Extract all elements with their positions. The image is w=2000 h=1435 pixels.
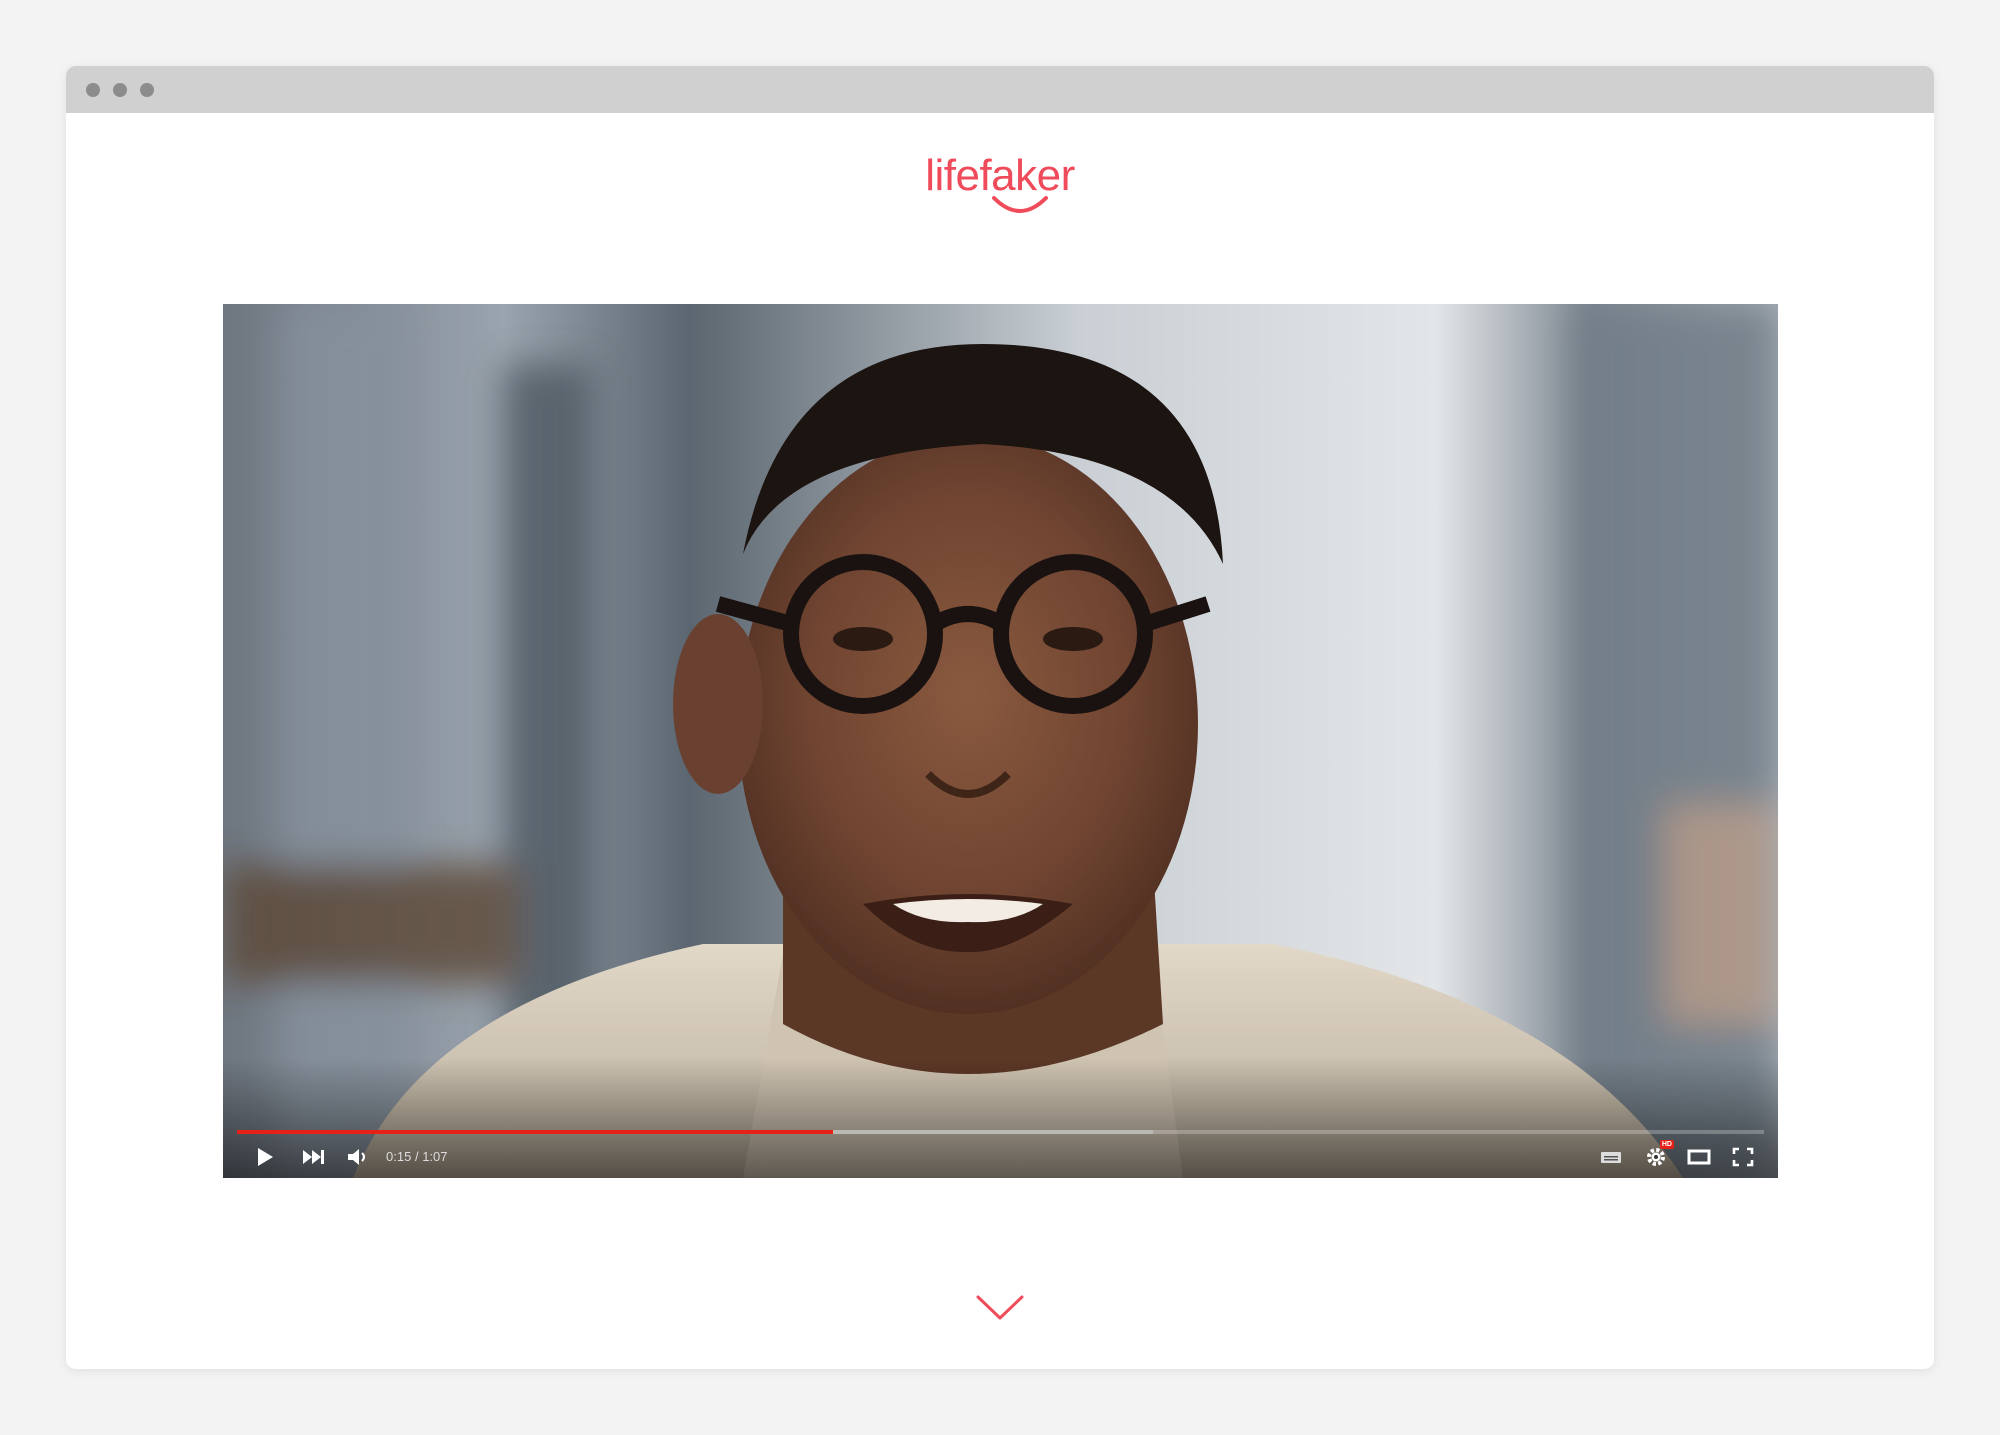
window-close-dot[interactable] [86, 83, 100, 97]
volume-icon [348, 1149, 365, 1165]
video-progress-bar[interactable] [237, 1130, 1764, 1134]
window-maximize-dot[interactable] [140, 83, 154, 97]
browser-window: lifefaker 0:15 / 1:07 HD [66, 66, 1934, 1369]
subtitles-button[interactable] [1597, 1144, 1625, 1170]
time-separator: / [414, 1149, 419, 1164]
logo-text: lifefaker [925, 151, 1075, 200]
browser-titlebar [66, 66, 1934, 113]
play-button[interactable] [251, 1144, 279, 1170]
next-button[interactable] [300, 1144, 328, 1170]
site-logo[interactable]: lifefaker [66, 151, 1934, 213]
volume-button[interactable] [344, 1144, 372, 1170]
gear-icon [1647, 1148, 1665, 1166]
current-time: 0:15 [386, 1149, 412, 1164]
video-frame [223, 304, 1778, 1178]
logo-smile-icon [991, 196, 1048, 213]
video-controls: 0:15 / 1:07 HD [223, 1136, 1778, 1178]
fullscreen-button[interactable] [1729, 1144, 1757, 1170]
theater-mode-icon [1687, 1149, 1711, 1165]
next-icon [303, 1150, 324, 1164]
fullscreen-icon [1732, 1147, 1754, 1167]
settings-button[interactable]: HD [1642, 1140, 1674, 1170]
hd-badge: HD [1659, 1140, 1674, 1149]
video-time: 0:15 / 1:07 [386, 1149, 448, 1164]
played-bar [237, 1130, 833, 1134]
play-icon [258, 1148, 273, 1166]
chevron-down-icon[interactable] [975, 1294, 1025, 1322]
theater-mode-button[interactable] [1685, 1144, 1713, 1170]
subtitles-icon [1601, 1152, 1621, 1163]
duration: 1:07 [422, 1149, 448, 1164]
video-player[interactable]: 0:15 / 1:07 HD [223, 304, 1778, 1178]
window-minimize-dot[interactable] [113, 83, 127, 97]
